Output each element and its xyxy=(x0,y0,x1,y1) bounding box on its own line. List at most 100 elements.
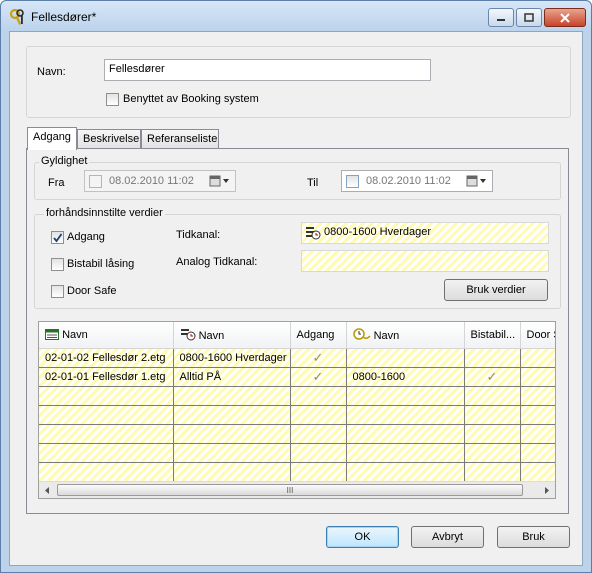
column-header-analog[interactable]: Navn xyxy=(346,322,465,349)
empty-cell[interactable] xyxy=(39,424,174,444)
cell-door[interactable]: 02-01-02 Fellesdør 2.etg xyxy=(39,348,174,368)
table-row[interactable] xyxy=(39,386,555,406)
dialog-window: Fellesdører* Navn: Fellesdører Benyttet … xyxy=(0,0,592,573)
tab-referanseliste[interactable]: Referanseliste xyxy=(141,129,219,149)
cell-bistabil[interactable] xyxy=(464,348,521,368)
horizontal-scrollbar[interactable]: III xyxy=(39,481,555,498)
doorsafe-label: Door Safe xyxy=(67,285,117,297)
close-button[interactable] xyxy=(544,8,586,27)
empty-cell[interactable] xyxy=(290,462,347,482)
calendar-dropdown-icon[interactable] xyxy=(466,175,488,187)
apply-values-button[interactable]: Bruk verdier xyxy=(444,279,548,301)
table-row[interactable] xyxy=(39,443,555,463)
cell-door[interactable]: 02-01-01 Fellesdør 1.etg xyxy=(39,367,174,387)
bistabil-label: Bistabil låsing xyxy=(67,258,135,270)
empty-cell[interactable] xyxy=(464,386,521,406)
empty-cell[interactable] xyxy=(520,443,555,463)
bistabil-checkbox[interactable] xyxy=(51,258,64,271)
scroll-left-icon[interactable] xyxy=(43,486,51,495)
cell-analog[interactable]: 0800-1600 xyxy=(346,367,465,387)
cell-doorsafe[interactable] xyxy=(520,348,555,368)
table-header-row: Navn Navn Adgang Navn Bistabil... Door S xyxy=(39,322,556,349)
empty-cell[interactable] xyxy=(290,386,347,406)
name-input[interactable]: Fellesdører xyxy=(104,59,431,81)
cell-analog[interactable] xyxy=(346,348,465,368)
cell-adgang-check[interactable]: ✓ xyxy=(290,367,347,387)
tab-adgang[interactable]: Adgang xyxy=(27,127,77,150)
table-row[interactable]: 02-01-02 Fellesdør 2.etg 0800-1600 Hverd… xyxy=(39,348,555,368)
empty-cell[interactable] xyxy=(173,386,291,406)
column-header-doorsafe[interactable]: Door S xyxy=(520,322,556,349)
cell-bistabil-check[interactable]: ✓ xyxy=(464,367,521,387)
column-header-bistabil[interactable]: Bistabil... xyxy=(464,322,521,349)
close-icon xyxy=(560,12,570,23)
tidkanal-field[interactable]: 0800-1600 Hverdager xyxy=(301,222,549,244)
empty-cell[interactable] xyxy=(173,443,291,463)
table-row[interactable] xyxy=(39,462,555,482)
empty-cell[interactable] xyxy=(346,462,465,482)
empty-cell[interactable] xyxy=(464,424,521,444)
from-date-picker[interactable]: 08.02.2010 11:02 xyxy=(84,170,236,192)
title-bar[interactable]: Fellesdører* xyxy=(1,1,591,31)
empty-cell[interactable] xyxy=(520,386,555,406)
column-header-bistabil-label: Bistabil... xyxy=(470,328,516,341)
empty-cell[interactable] xyxy=(290,424,347,444)
empty-cell[interactable] xyxy=(520,462,555,482)
apply-button[interactable]: Bruk xyxy=(497,526,570,548)
to-date-picker[interactable]: 08.02.2010 11:02 xyxy=(341,170,493,192)
empty-cell[interactable] xyxy=(520,405,555,425)
scroll-right-icon[interactable] xyxy=(543,486,551,495)
ok-button[interactable]: OK xyxy=(326,526,399,548)
tab-referanseliste-label: Referanseliste xyxy=(147,133,218,145)
tab-beskrivelse[interactable]: Beskrivelse xyxy=(77,129,141,149)
minimize-button[interactable] xyxy=(488,8,514,27)
column-header-adgang[interactable]: Adgang xyxy=(290,322,347,349)
empty-cell[interactable] xyxy=(346,424,465,444)
column-header-timechannel[interactable]: Navn xyxy=(173,322,291,349)
empty-cell[interactable] xyxy=(173,462,291,482)
adgang-checkbox[interactable] xyxy=(51,231,64,244)
empty-cell[interactable] xyxy=(346,443,465,463)
column-header-adgang-label: Adgang xyxy=(296,328,335,341)
empty-cell[interactable] xyxy=(464,405,521,425)
empty-cell[interactable] xyxy=(346,386,465,406)
empty-cell[interactable] xyxy=(173,424,291,444)
tidkanal-label: Tidkanal: xyxy=(176,229,221,241)
column-header-door-label: Navn xyxy=(62,328,88,341)
empty-cell[interactable] xyxy=(39,462,174,482)
table-row[interactable] xyxy=(39,424,555,444)
cell-timechannel[interactable]: Alltid PÅ xyxy=(173,367,291,387)
scroll-thumb[interactable]: III xyxy=(57,484,523,496)
tab-adgang-label: Adgang xyxy=(33,131,71,143)
empty-cell[interactable] xyxy=(290,405,347,425)
analog-tidkanal-field[interactable] xyxy=(301,250,549,272)
empty-cell[interactable] xyxy=(520,424,555,444)
booking-label: Benyttet av Booking system xyxy=(123,93,259,105)
cancel-button[interactable]: Avbryt xyxy=(411,526,484,548)
tab-beskrivelse-label: Beskrivelse xyxy=(83,133,140,145)
maximize-button[interactable] xyxy=(516,8,542,27)
doorsafe-checkbox[interactable] xyxy=(51,285,64,298)
calendar-dropdown-icon[interactable] xyxy=(209,175,231,187)
access-grid[interactable]: Navn Navn Adgang Navn Bistabil... Door S xyxy=(38,321,556,499)
empty-cell[interactable] xyxy=(39,443,174,463)
empty-cell[interactable] xyxy=(39,386,174,406)
cell-adgang-check[interactable]: ✓ xyxy=(290,348,347,368)
column-header-door[interactable]: Navn xyxy=(39,322,174,349)
cell-timechannel[interactable]: 0800-1600 Hverdager xyxy=(173,348,291,368)
empty-cell[interactable] xyxy=(464,443,521,463)
empty-cell[interactable] xyxy=(464,462,521,482)
booking-checkbox[interactable] xyxy=(106,93,119,106)
cell-doorsafe[interactable] xyxy=(520,367,555,387)
column-header-doorsafe-label: Door S xyxy=(526,328,556,341)
from-date-checkbox[interactable] xyxy=(89,175,102,188)
empty-cell[interactable] xyxy=(290,443,347,463)
maximize-icon xyxy=(524,13,534,22)
empty-cell[interactable] xyxy=(39,405,174,425)
empty-cell[interactable] xyxy=(173,405,291,425)
presets-group-title: forhåndsinnstilte verdier xyxy=(44,207,165,219)
to-date-checkbox[interactable] xyxy=(346,175,359,188)
table-row[interactable]: 02-01-01 Fellesdør 1.etg Alltid PÅ ✓ 080… xyxy=(39,367,555,387)
table-row[interactable] xyxy=(39,405,555,425)
empty-cell[interactable] xyxy=(346,405,465,425)
